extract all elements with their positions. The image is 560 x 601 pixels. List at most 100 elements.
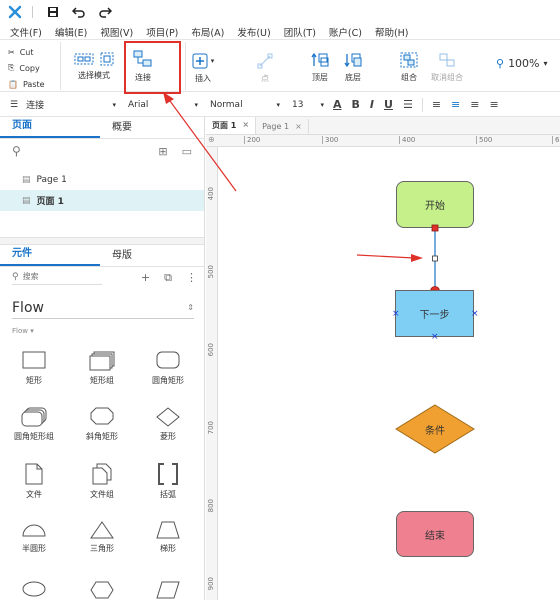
widget-bracket[interactable]: 括弧 bbox=[138, 463, 198, 500]
flow-section-header[interactable]: Flow ▾ bbox=[12, 327, 34, 335]
widget-rectangle[interactable]: 矩形 bbox=[4, 351, 64, 386]
bottom-layer-button[interactable]: 底层 bbox=[340, 52, 366, 83]
widget-hexagon[interactable] bbox=[72, 581, 132, 601]
chevron-down-icon: ▾ bbox=[276, 100, 280, 109]
insert-button[interactable]: ▾ 插入 bbox=[188, 53, 218, 84]
list-icon: ☰ bbox=[10, 99, 19, 110]
group-button[interactable]: 组合 bbox=[395, 52, 423, 83]
widget-ellipse[interactable] bbox=[4, 581, 64, 599]
canvas-area[interactable]: 页面 1 × Page 1 × bbox=[206, 117, 560, 600]
library-select[interactable]: Flow ⇕ bbox=[12, 297, 194, 319]
left-panel: 页面 概要 ⚲ ⊞ ▭ ▤ Page 1 ▤ 页面 1 元件 母版 ⚲ + ⧉ … bbox=[0, 117, 205, 600]
zoom-control[interactable]: ⚲ 100% ▾ bbox=[496, 57, 548, 70]
folder-icon[interactable]: ▭ bbox=[182, 145, 192, 158]
widget-bevel-rectangle[interactable]: 斜角矩形 bbox=[72, 407, 132, 442]
justify-icon[interactable]: ≡ bbox=[489, 98, 498, 111]
add-library-icon[interactable]: + bbox=[141, 271, 150, 285]
menu-publish[interactable]: 发布(U) bbox=[237, 25, 270, 39]
connect-button[interactable]: 连接 bbox=[128, 50, 158, 83]
tab-page-1-cn[interactable]: 页面 1 × bbox=[206, 117, 257, 134]
menu-account[interactable]: 账户(C) bbox=[329, 25, 362, 39]
more-icon[interactable]: ⋮ bbox=[186, 271, 197, 285]
widget-triangle[interactable]: 三角形 bbox=[72, 521, 132, 554]
start-shape[interactable]: 开始 bbox=[396, 181, 474, 228]
ungroup-button[interactable]: 取消组合 bbox=[428, 52, 466, 83]
search-icon[interactable]: ⚲ bbox=[12, 144, 21, 158]
pages-tabs: 页面 概要 bbox=[0, 117, 204, 139]
paste-button[interactable]: 📋 Paste bbox=[8, 76, 60, 92]
widget-rounded-rectangle[interactable]: 圆角矩形 bbox=[138, 351, 198, 386]
copy-icon: ⎘ bbox=[8, 63, 15, 72]
copy-button[interactable]: ⎘ Copy bbox=[8, 60, 60, 76]
tab-masters[interactable]: 母版 bbox=[100, 246, 200, 266]
menu-project[interactable]: 项目(P) bbox=[146, 25, 178, 39]
connect-icon bbox=[133, 50, 152, 67]
point-button[interactable]: 点 bbox=[252, 53, 278, 84]
top-layer-button[interactable]: 顶层 bbox=[307, 52, 333, 83]
menu-bar: 文件(F) 编辑(E) 视图(V) 项目(P) 布局(A) 发布(U) 团队(T… bbox=[0, 24, 560, 40]
close-icon[interactable]: × bbox=[242, 120, 249, 131]
font-family-select[interactable]: Arial ▾ bbox=[124, 96, 202, 114]
widgets-tabs: 元件 母版 bbox=[0, 245, 204, 267]
vertical-ruler: 400 500 600 700 800 900 bbox=[206, 147, 218, 600]
next-step-shape[interactable]: 下一步 bbox=[395, 290, 474, 337]
menu-file[interactable]: 文件(F) bbox=[10, 25, 42, 39]
anchor-point-right[interactable]: × bbox=[471, 309, 479, 319]
close-icon[interactable]: × bbox=[295, 122, 302, 131]
chevron-down-icon: ▾ bbox=[320, 100, 324, 109]
widget-document[interactable]: 文件 bbox=[4, 463, 64, 500]
select-contain-icon bbox=[100, 52, 114, 66]
horizontal-ruler: ⊕ 200 300 400 500 6 bbox=[206, 135, 560, 147]
menu-team[interactable]: 团队(T) bbox=[284, 25, 316, 39]
menu-help[interactable]: 帮助(H) bbox=[375, 25, 409, 39]
bullet-list-icon[interactable]: ☰ bbox=[403, 98, 413, 111]
menu-view[interactable]: 视图(V) bbox=[100, 25, 133, 39]
ruler-corner-icon: ⊕ bbox=[208, 135, 215, 144]
select-mode-button[interactable]: 选择模式 bbox=[66, 52, 122, 81]
page-item-selected[interactable]: ▤ 页面 1 bbox=[0, 190, 204, 211]
plus-icon bbox=[192, 53, 208, 69]
widget-trapezoid[interactable]: 梯形 bbox=[138, 521, 198, 554]
widget-rectangle-group[interactable]: 矩形组 bbox=[72, 351, 132, 386]
point-icon bbox=[257, 53, 273, 69]
widget-semicircle[interactable]: 半圆形 bbox=[4, 521, 64, 554]
font-size-select[interactable]: 13 ▾ bbox=[288, 96, 328, 114]
bold-icon[interactable]: B bbox=[352, 98, 360, 111]
font-style-select[interactable]: Normal ▾ bbox=[206, 96, 284, 114]
copy-library-icon[interactable]: ⧉ bbox=[164, 271, 172, 285]
underline-icon[interactable]: U bbox=[384, 98, 393, 111]
widget-parallelogram[interactable] bbox=[138, 581, 198, 601]
page-item[interactable]: ▤ Page 1 bbox=[0, 169, 204, 190]
connector-style-select[interactable]: ☰ 连接 ▾ bbox=[6, 96, 120, 114]
cut-button[interactable]: ✂ Cut bbox=[8, 44, 60, 60]
end-shape[interactable]: 结束 bbox=[396, 511, 474, 557]
align-center-icon[interactable]: ≡ bbox=[451, 98, 460, 111]
add-page-icon[interactable]: ⊞ bbox=[158, 145, 167, 158]
menu-edit[interactable]: 编辑(E) bbox=[55, 25, 87, 39]
italic-icon[interactable]: I bbox=[370, 98, 374, 111]
condition-shape[interactable] bbox=[395, 404, 475, 454]
align-left-icon[interactable]: ≡ bbox=[432, 98, 441, 111]
anchor-point-left[interactable]: × bbox=[392, 309, 400, 319]
tab-pages[interactable]: 页面 bbox=[0, 116, 100, 138]
widget-document-group[interactable]: 文件组 bbox=[72, 463, 132, 500]
redo-icon[interactable] bbox=[95, 2, 115, 22]
widget-rounded-rectangle-group[interactable]: 圆角矩形组 bbox=[4, 407, 64, 442]
align-right-icon[interactable]: ≡ bbox=[470, 98, 479, 111]
search-icon: ⚲ bbox=[12, 271, 19, 282]
menu-layout[interactable]: 布局(A) bbox=[191, 25, 224, 39]
connector-line[interactable] bbox=[420, 224, 450, 296]
pages-toolbar: ⚲ ⊞ ▭ bbox=[0, 139, 204, 163]
save-icon[interactable] bbox=[43, 2, 63, 22]
tab-page-1[interactable]: Page 1 × bbox=[256, 119, 309, 134]
chevron-down-icon: ▾ bbox=[543, 59, 548, 68]
undo-icon[interactable] bbox=[69, 2, 89, 22]
anchor-point-bottom[interactable]: × bbox=[431, 332, 439, 342]
widget-search-input[interactable] bbox=[22, 272, 93, 281]
widget-diamond[interactable]: 菱形 bbox=[138, 407, 198, 442]
tab-outline[interactable]: 概要 bbox=[100, 118, 200, 138]
logo-icon bbox=[8, 5, 22, 19]
send-back-icon bbox=[344, 53, 362, 68]
tab-widgets[interactable]: 元件 bbox=[0, 244, 100, 266]
font-color-icon[interactable]: A bbox=[333, 98, 342, 111]
